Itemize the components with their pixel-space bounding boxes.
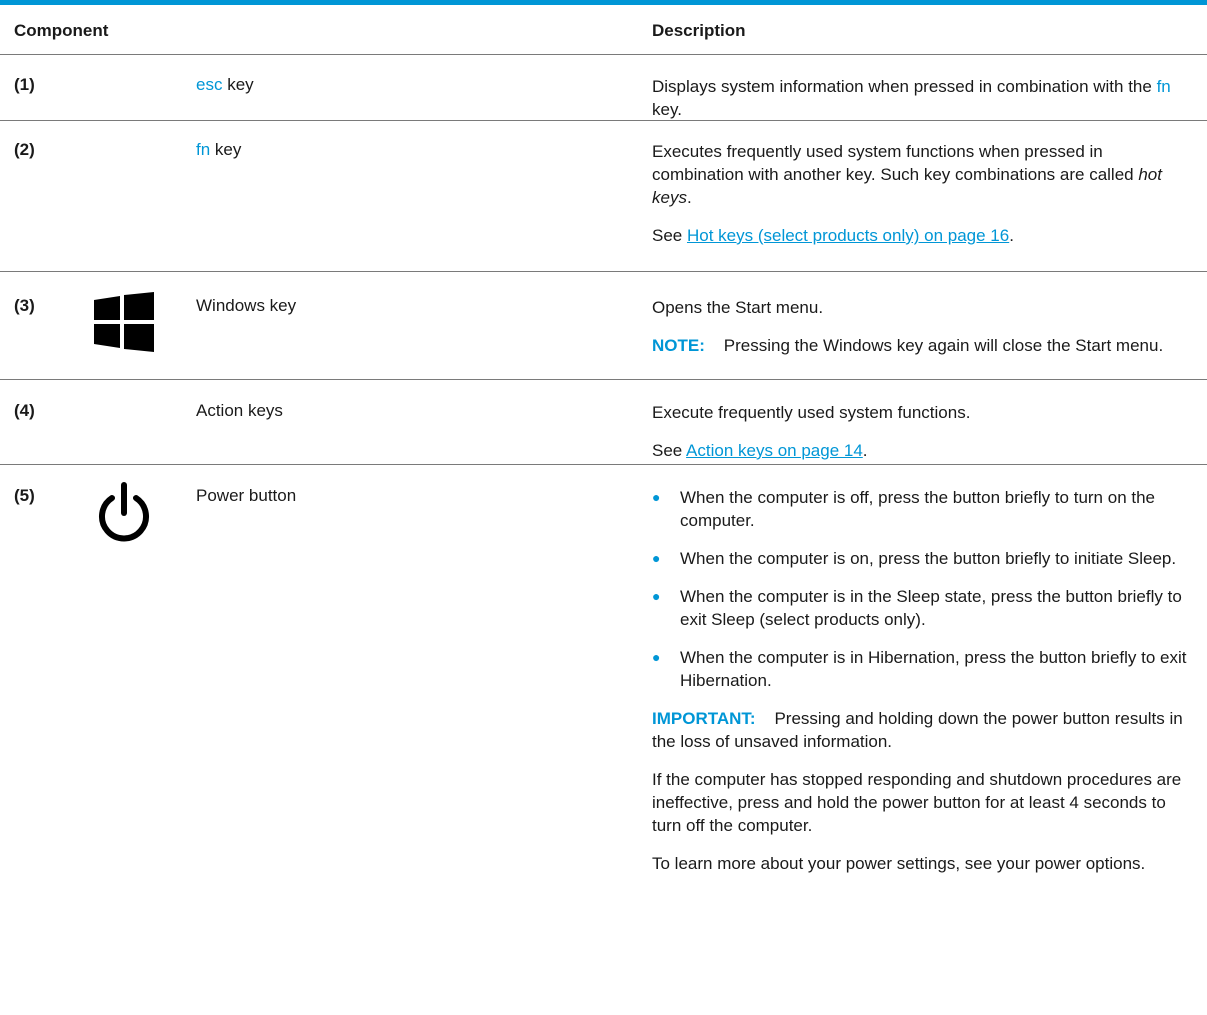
component-description: Execute frequently used system functions… <box>652 403 971 460</box>
bullet-icon: ● <box>652 550 661 566</box>
table-header: Component Description <box>0 5 1207 55</box>
paragraph: If the computer has stopped responding a… <box>652 770 1182 835</box>
key-name-fn: fn <box>1156 77 1171 96</box>
table-row: (1) esc key Displays system information … <box>0 55 1207 121</box>
component-description: Displays system information when pressed… <box>652 77 1171 119</box>
bullet-icon: ● <box>652 588 661 604</box>
table-row: (3) Windows key Opens the Start menu. NO… <box>0 272 1207 380</box>
component-name: Windows key <box>196 296 297 315</box>
key-name-fn: fn <box>196 140 211 159</box>
row-number: (3) <box>14 296 35 315</box>
component-description: ● When the computer is off, press the but… <box>652 486 1197 875</box>
power-icon <box>99 482 149 542</box>
table-row: (4) Action keys Execute frequently used … <box>0 380 1207 465</box>
note-label: NOTE: <box>652 336 705 355</box>
description-column-header: Description <box>652 21 746 40</box>
windows-logo-icon <box>94 292 154 352</box>
key-name-esc: esc <box>196 75 223 94</box>
bullet-item: ● When the computer is on, press the butt… <box>652 549 1177 568</box>
component-name: esc key <box>196 75 254 94</box>
bullet-item: ● When the computer is off, press the but… <box>652 488 1156 530</box>
component-description: Executes frequently used system function… <box>652 142 1162 245</box>
bullet-item: ● When the computer is in Hibernation, pr… <box>652 648 1187 690</box>
table-row: (2) fn key Executes frequently used syst… <box>0 121 1207 272</box>
row-number: (2) <box>14 140 35 159</box>
important-label: IMPORTANT: <box>652 709 756 728</box>
component-name: Action keys <box>196 401 283 420</box>
bullet-item: ● When the computer is in the Sleep state… <box>652 587 1182 629</box>
component-name: fn key <box>196 140 242 159</box>
paragraph: To learn more about your power settings,… <box>652 854 1146 873</box>
row-number: (5) <box>14 486 35 505</box>
hot-keys-link[interactable]: Hot keys (select products only) on page … <box>687 226 1009 245</box>
bullet-icon: ● <box>652 489 661 505</box>
component-name: Power button <box>196 486 297 505</box>
component-description: Opens the Start menu. NOTE: Pressing the… <box>652 298 1164 355</box>
row-number: (1) <box>14 75 35 94</box>
action-keys-link[interactable]: Action keys on page 14 <box>686 441 863 460</box>
table-row: (5) Power button ● When the computer is o… <box>0 465 1207 1015</box>
bullet-icon: ● <box>652 649 661 665</box>
row-number: (4) <box>14 401 35 420</box>
component-column-header: Component <box>14 21 109 40</box>
